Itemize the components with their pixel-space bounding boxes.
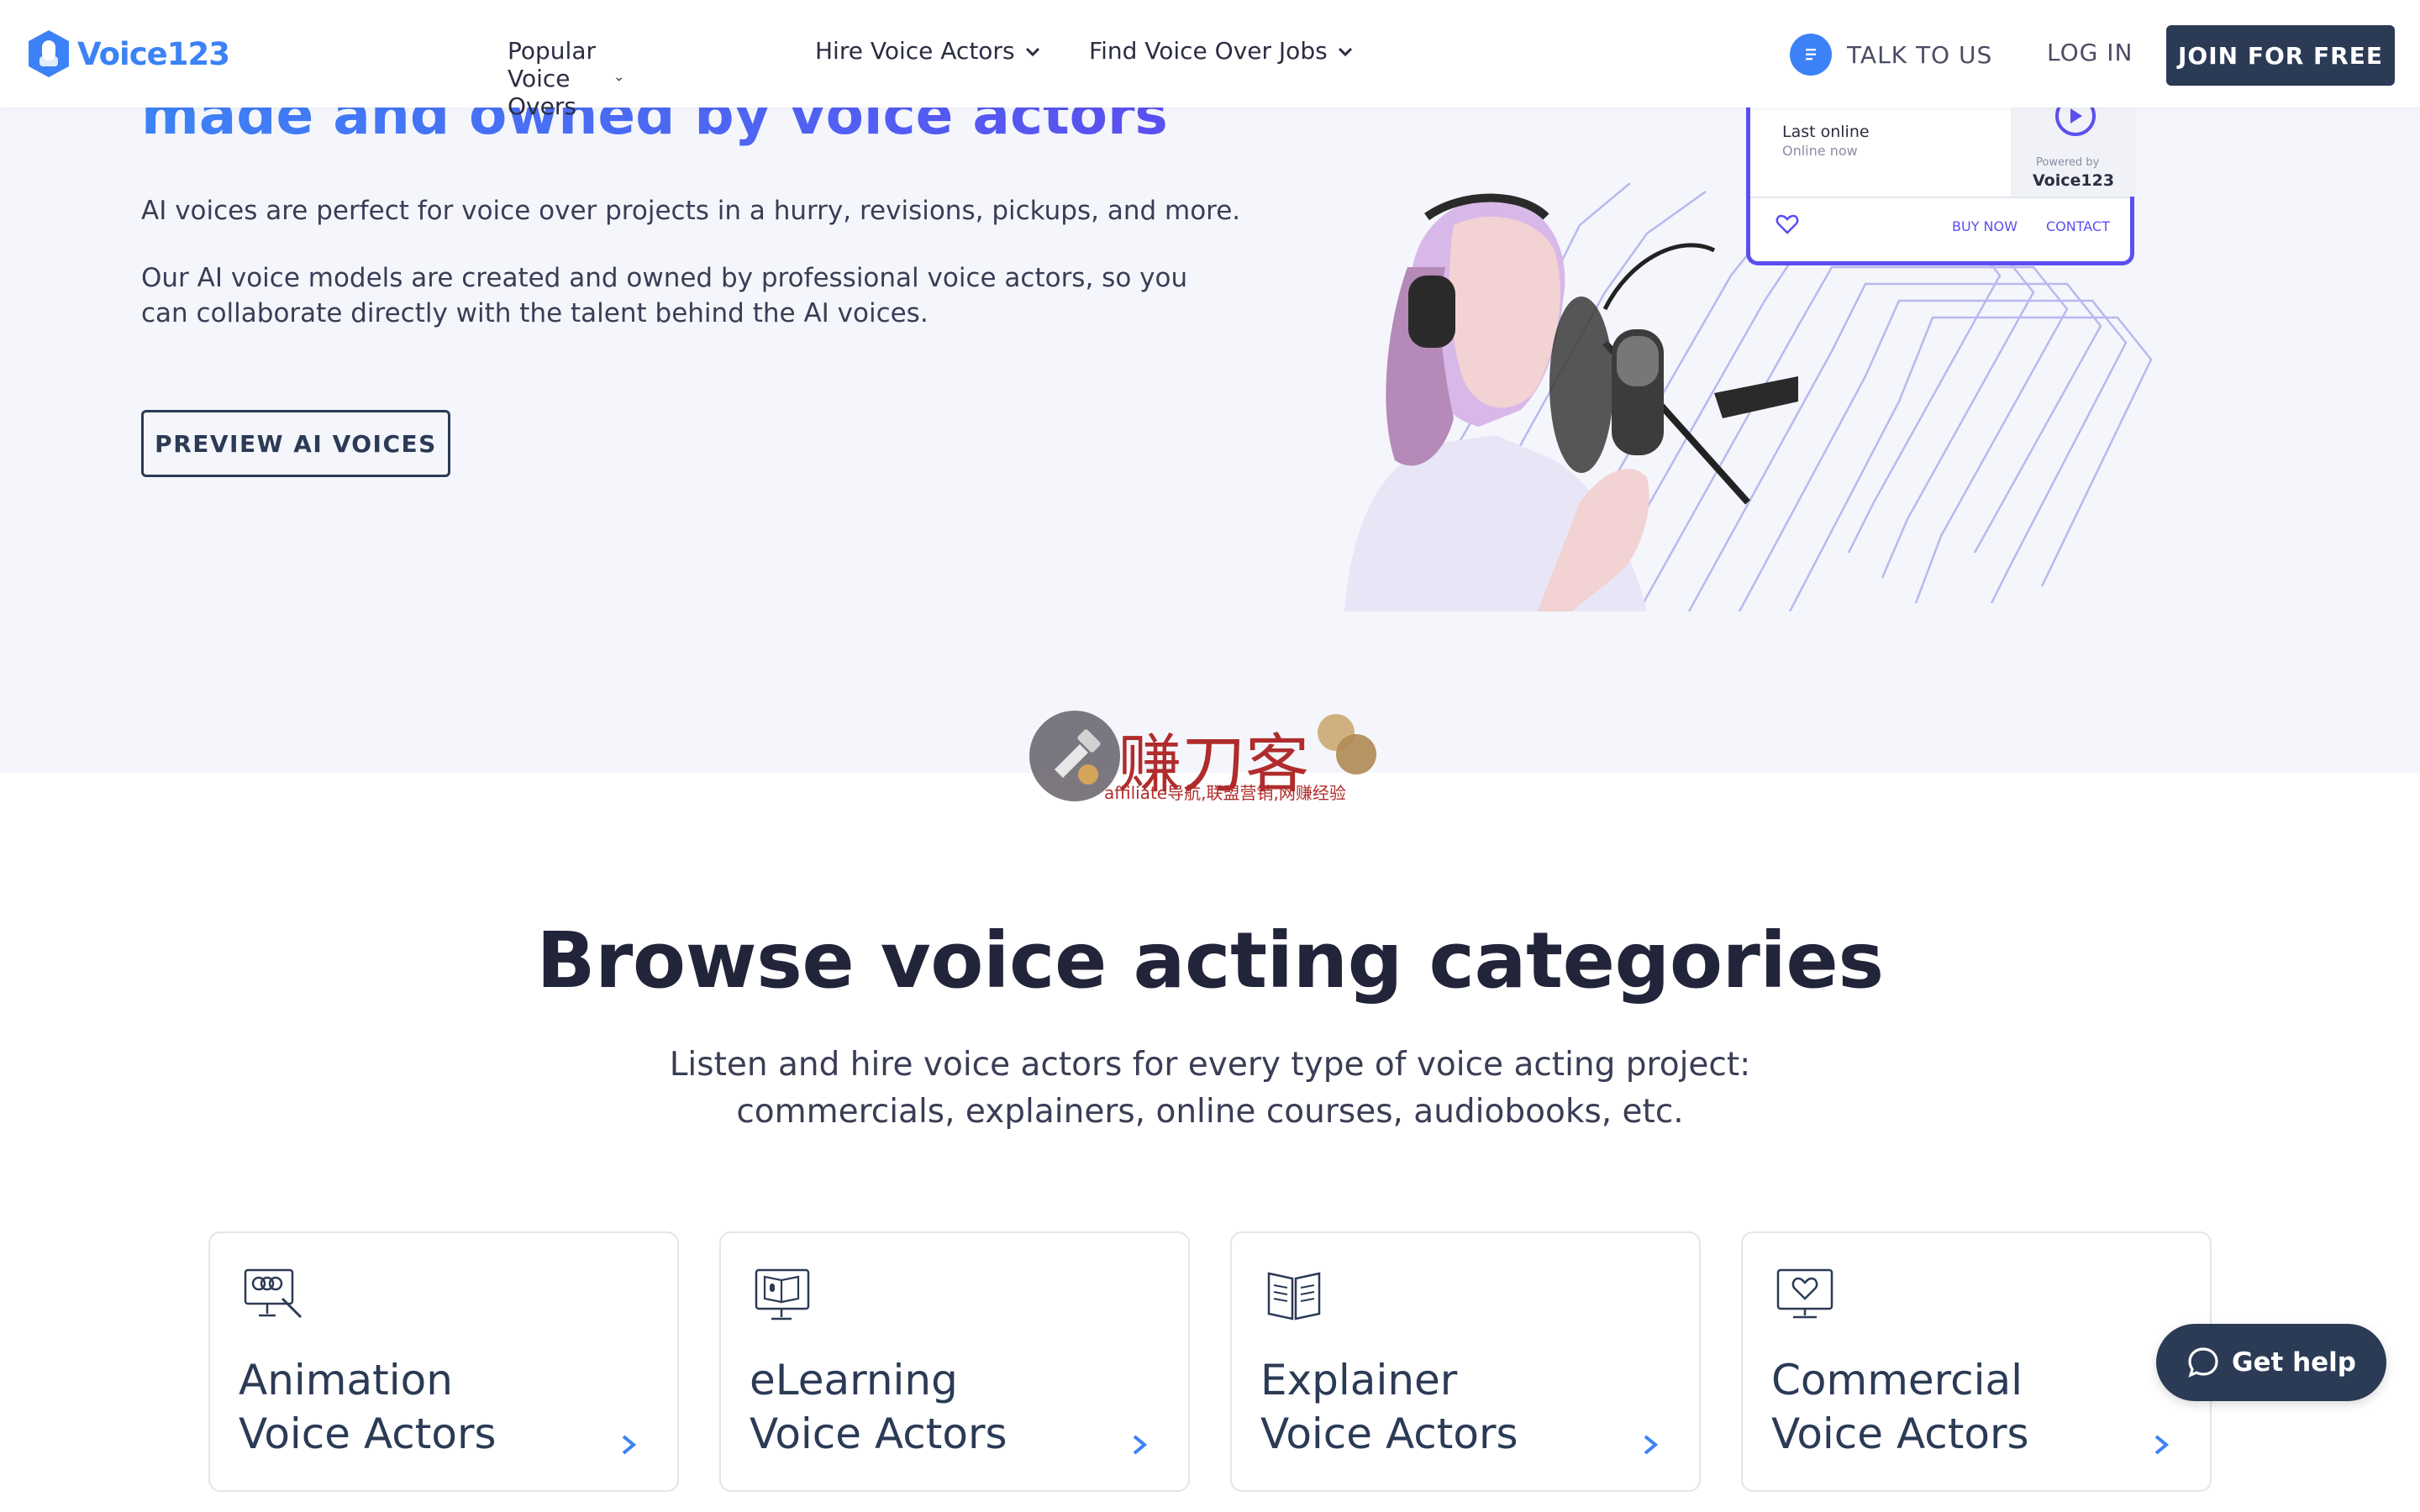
nav-label: Hire Voice Actors	[815, 37, 1015, 65]
monitor-heart-icon	[1776, 1268, 1833, 1319]
join-for-free-button[interactable]: JOIN FOR FREE	[2166, 25, 2395, 86]
nav-popular-voice-overs[interactable]: Popular Voice Overs	[508, 37, 623, 120]
coins-icon	[1318, 714, 1376, 774]
chevron-right-icon	[1133, 1435, 1148, 1455]
category-label-suffix: Voice Actors	[1260, 1410, 1518, 1458]
nav-label: Find Voice Over Jobs	[1089, 37, 1328, 65]
hero-title: made and owned by voice actors	[141, 108, 1168, 147]
chevron-down-icon	[615, 76, 622, 81]
category-card-explainer[interactable]: Explainer Voice Actors	[1230, 1231, 1701, 1492]
play-icon[interactable]	[2054, 108, 2096, 138]
logo[interactable]: Voice123	[25, 29, 230, 79]
divider	[1750, 197, 2130, 198]
elearning-monitor-icon	[755, 1268, 810, 1320]
voice123-logo-icon	[29, 30, 69, 77]
category-label-suffix: Voice Actors	[239, 1410, 497, 1458]
category-label: eLearning	[750, 1356, 958, 1404]
category-label: Explainer	[1260, 1356, 1458, 1404]
categories-title: Browse voice acting categories	[536, 916, 1884, 1005]
talk-label: TALK TO US	[1847, 40, 1993, 69]
voice-profile-card: Last online Online now Powered by Voice1…	[1746, 108, 2135, 265]
category-label-suffix: Voice Actors	[1771, 1410, 2029, 1458]
category-label-suffix: Voice Actors	[750, 1410, 1007, 1458]
chevron-right-icon	[2154, 1435, 2170, 1455]
animation-monitor-icon	[244, 1268, 302, 1319]
site-header: Voice123 Popular Voice Overs Hire Voice …	[0, 0, 2420, 120]
microphone	[1538, 243, 1798, 612]
login-link[interactable]: LOG IN	[2047, 39, 2133, 66]
categories-subtitle-line: Listen and hire voice actors for every t…	[669, 1046, 1751, 1084]
powered-by-brand: Voice123	[2033, 171, 2115, 190]
powered-by-label: Powered by	[2036, 156, 2100, 169]
category-card-animation[interactable]: Animation Voice Actors	[208, 1231, 679, 1492]
chat-bubble-icon	[2188, 1347, 2218, 1378]
nav-label: Popular Voice Overs	[508, 37, 596, 120]
nav-hire-voice-actors[interactable]: Hire Voice Actors	[815, 37, 1084, 65]
hero-description-secondary: Our AI voice models are created and owne…	[141, 263, 1188, 328]
categories-subtitle-line: commercials, explainers, online courses,…	[736, 1093, 1684, 1131]
categories-subtitle: Listen and hire voice actors for every t…	[0, 1042, 2420, 1136]
get-help-label: Get help	[2232, 1347, 2356, 1378]
open-book-icon	[1267, 1272, 1321, 1320]
hero-section: made and owned by voice actors AI voices…	[0, 108, 2420, 773]
category-label: Commercial	[1771, 1356, 2023, 1404]
get-help-button[interactable]: Get help	[2156, 1324, 2386, 1401]
site-watermark: 赚刀客 affiliate导航,联盟营销,网赚经验	[1025, 707, 1395, 808]
nav-find-voice-over-jobs[interactable]: Find Voice Over Jobs	[1089, 37, 1358, 65]
chevron-down-icon	[1025, 47, 1039, 56]
last-online-label: Last online	[1782, 123, 1870, 141]
hero-description: AI voices are perfect for voice over pro…	[141, 196, 1241, 226]
online-status: Online now	[1782, 143, 1858, 159]
chevron-down-icon	[1338, 47, 1352, 56]
preview-ai-voices-button[interactable]: PREVIEW AI VOICES	[141, 410, 450, 477]
buy-now-link[interactable]: BUY NOW	[1952, 218, 2018, 234]
logo-text: Voice123	[77, 35, 230, 72]
category-card-commercial[interactable]: Commercial Voice Actors	[1741, 1231, 2212, 1492]
talk-to-us-link[interactable]: TALK TO US	[1790, 34, 1992, 76]
heart-icon[interactable]	[1776, 213, 1799, 235]
category-card-elearning[interactable]: eLearning Voice Actors	[719, 1231, 1190, 1492]
contact-link[interactable]: CONTACT	[2046, 218, 2110, 234]
category-label: Animation	[239, 1356, 453, 1404]
chevron-right-icon	[622, 1435, 637, 1455]
chevron-right-icon	[1644, 1435, 1659, 1455]
watermark-subtitle: affiliate导航,联盟营销,网赚经验	[1104, 783, 1346, 803]
chat-lines-icon	[1790, 34, 1832, 76]
